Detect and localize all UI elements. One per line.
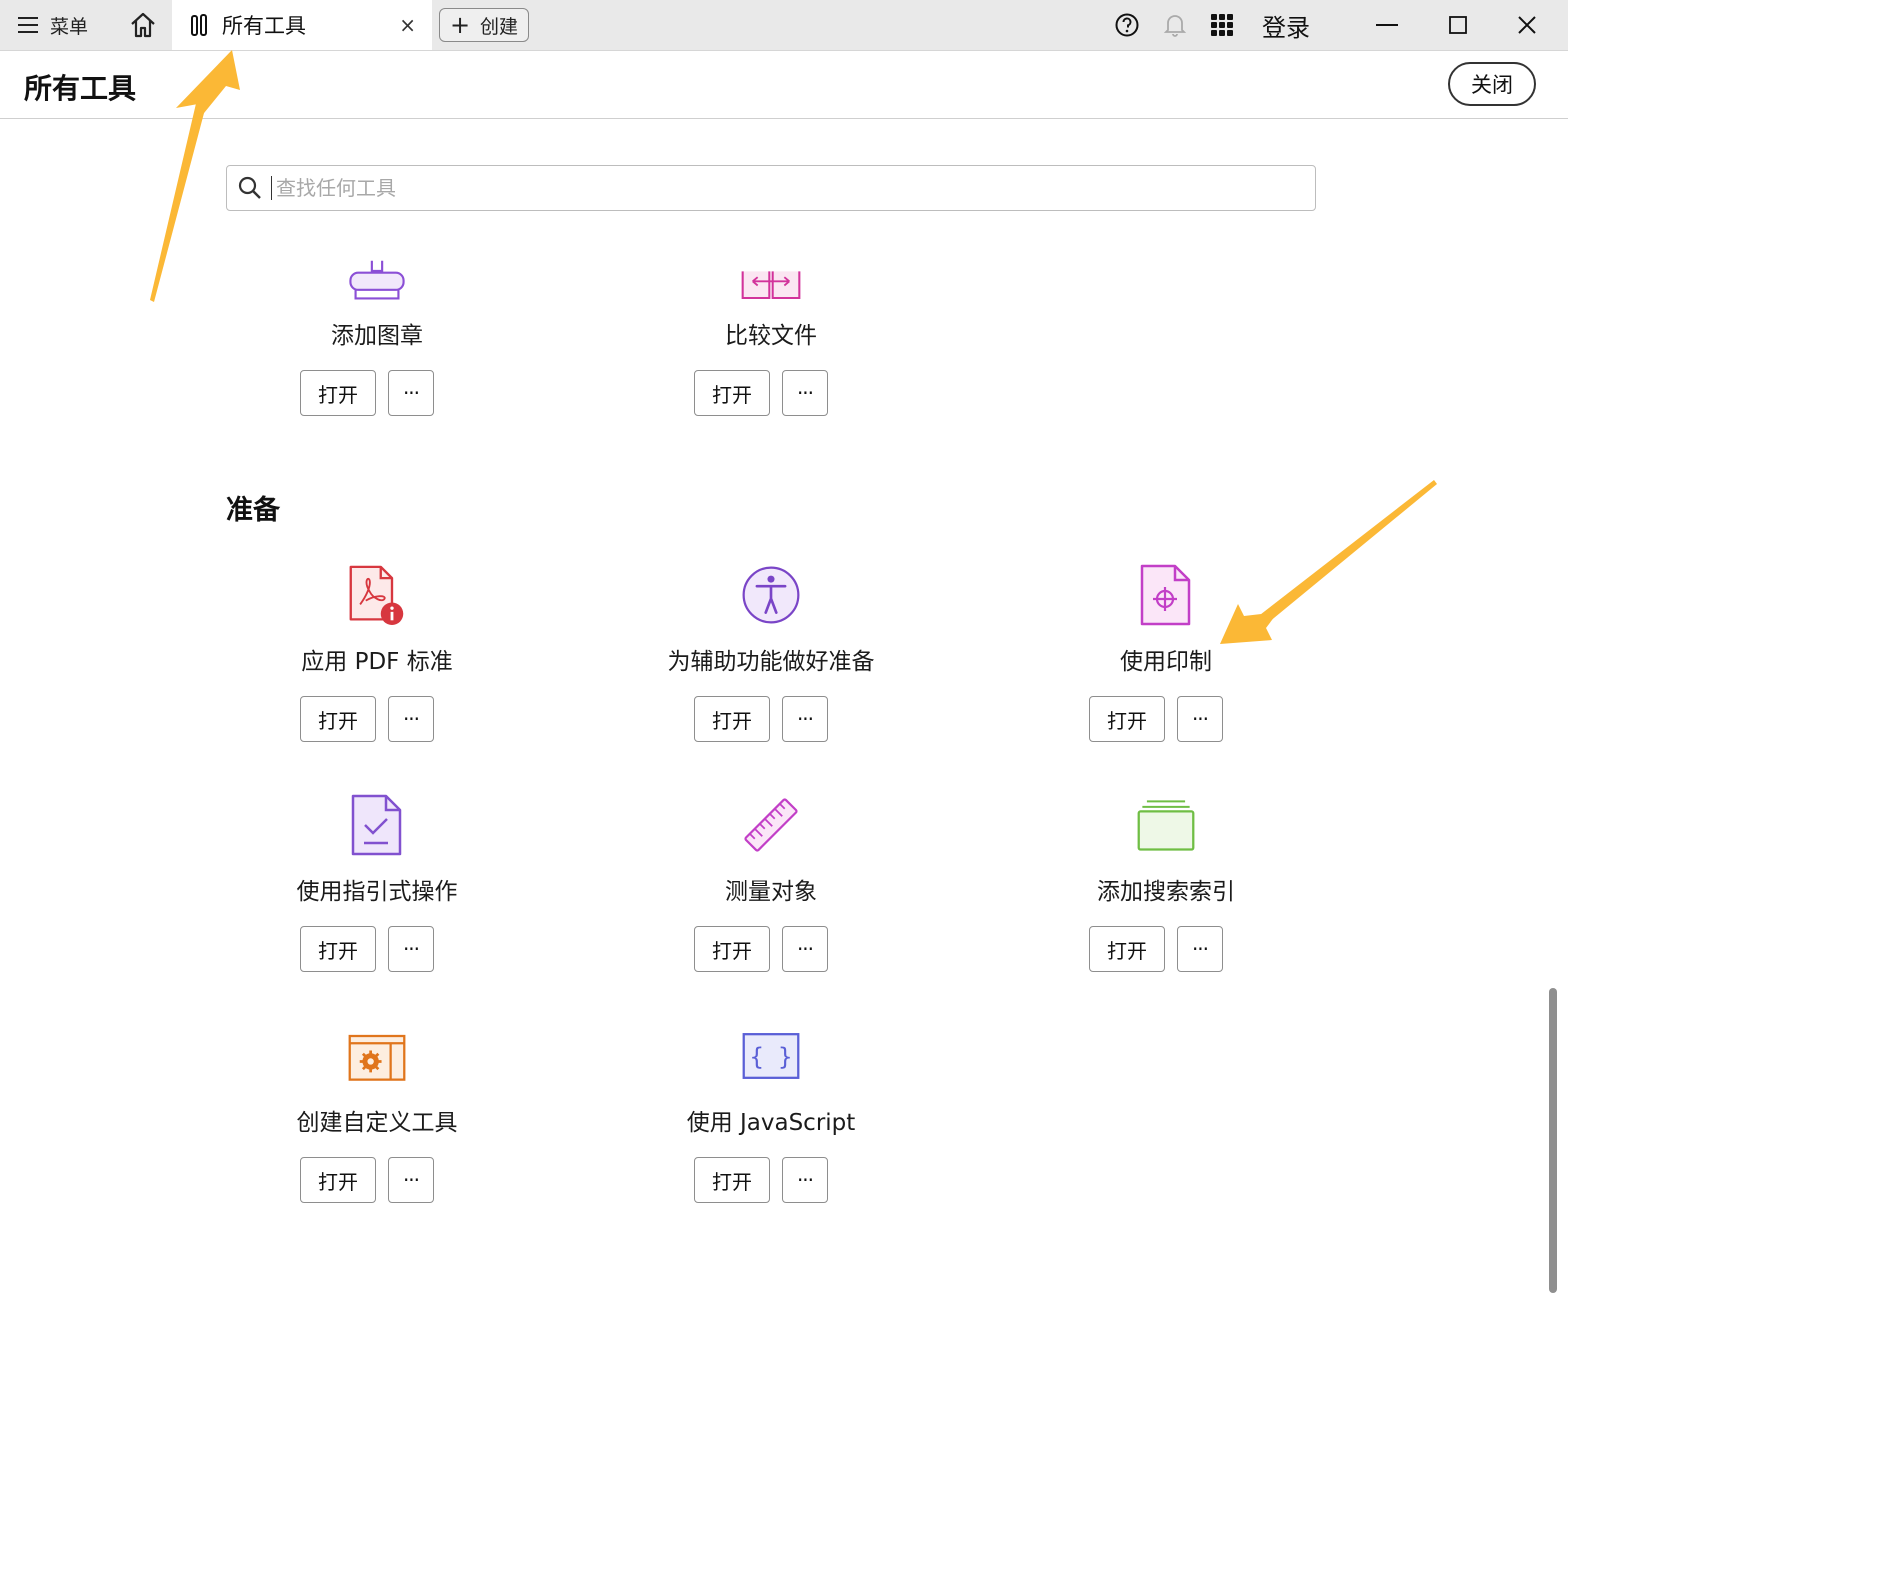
- open-button[interactable]: 打开: [300, 1157, 376, 1203]
- open-button[interactable]: 打开: [1089, 926, 1165, 972]
- page-title: 所有工具: [24, 72, 137, 105]
- tool-name: 应用 PDF 标准: [301, 649, 453, 675]
- search-icon: [237, 175, 263, 201]
- open-button[interactable]: 打开: [694, 370, 770, 416]
- tool-name: 添加搜索索引: [1097, 879, 1235, 905]
- open-button[interactable]: 打开: [1089, 696, 1165, 742]
- open-button[interactable]: 打开: [300, 696, 376, 742]
- scrollbar-thumb[interactable]: [1549, 988, 1557, 1293]
- javascript-icon: { }: [741, 1023, 801, 1089]
- search-input[interactable]: [274, 175, 1278, 201]
- tool-name: 使用 JavaScript: [686, 1110, 856, 1136]
- more-options-button[interactable]: ···: [388, 696, 434, 742]
- more-options-button[interactable]: ···: [782, 926, 828, 972]
- more-options-button[interactable]: ···: [782, 1157, 828, 1203]
- minimize-button[interactable]: [1372, 0, 1402, 50]
- tool-name: 创建自定义工具: [296, 1110, 458, 1136]
- open-button[interactable]: 打开: [694, 926, 770, 972]
- accessibility-icon: [741, 562, 801, 628]
- custom-tool-icon: [347, 1023, 407, 1089]
- open-button[interactable]: 打开: [694, 696, 770, 742]
- apps-button[interactable]: [1207, 0, 1237, 50]
- bell-icon: [1163, 15, 1187, 37]
- panel-header: 所有工具 关闭: [0, 51, 1568, 119]
- create-button[interactable]: + 创建: [439, 8, 529, 42]
- ruler-icon: [741, 792, 801, 858]
- help-button[interactable]: [1112, 0, 1142, 50]
- close-panel-button[interactable]: 关闭: [1448, 62, 1536, 106]
- create-label: 创建: [480, 15, 519, 38]
- tool-search-box[interactable]: [226, 165, 1316, 211]
- search-index-icon: [1136, 792, 1196, 858]
- tool-name: 比较文件: [725, 323, 817, 349]
- text-caret: [271, 176, 272, 200]
- tool-name: 使用指引式操作: [296, 879, 458, 905]
- tool-name: 使用印制: [1120, 649, 1212, 675]
- maximize-button[interactable]: [1443, 0, 1473, 50]
- section-title-prepare: 准备: [226, 495, 280, 526]
- more-options-button[interactable]: ···: [1177, 926, 1223, 972]
- open-button[interactable]: 打开: [300, 370, 376, 416]
- tab-label: 所有工具: [222, 14, 306, 38]
- grid-icon: [1211, 14, 1233, 36]
- home-icon: [131, 12, 155, 38]
- arrow-icon: [1220, 480, 1437, 644]
- title-bar: 菜单 所有工具 × + 创建 登录: [0, 0, 1568, 51]
- tab-all-tools[interactable]: 所有工具 ×: [172, 0, 432, 50]
- menu-label: 菜单: [50, 15, 89, 38]
- more-options-button[interactable]: ···: [388, 926, 434, 972]
- minimize-icon: [1376, 24, 1398, 26]
- more-options-button[interactable]: ···: [388, 370, 434, 416]
- tool-name: 添加图章: [331, 323, 423, 349]
- more-options-button[interactable]: ···: [1177, 696, 1223, 742]
- close-icon: [1518, 16, 1536, 34]
- svg-text:{ }: { }: [750, 1043, 793, 1071]
- tools-icon: [191, 14, 207, 36]
- window-close-button[interactable]: [1512, 0, 1542, 50]
- tool-name: 测量对象: [725, 879, 817, 905]
- open-button[interactable]: 打开: [300, 926, 376, 972]
- more-options-button[interactable]: ···: [388, 1157, 434, 1203]
- tool-name: 为辅助功能做好准备: [667, 649, 875, 675]
- vertical-scrollbar[interactable]: [1546, 258, 1560, 1298]
- login-button[interactable]: 登录: [1262, 0, 1310, 50]
- notifications-button[interactable]: [1160, 0, 1190, 50]
- home-button[interactable]: [126, 0, 160, 50]
- help-icon: [1115, 13, 1139, 37]
- hamburger-icon: [18, 17, 38, 33]
- compare-icon: [741, 250, 801, 316]
- maximize-icon: [1449, 16, 1467, 34]
- tab-close-icon[interactable]: ×: [399, 13, 416, 37]
- open-button[interactable]: 打开: [694, 1157, 770, 1203]
- guided-action-icon: [347, 792, 407, 858]
- pdf-standard-icon: [347, 562, 407, 628]
- more-options-button[interactable]: ···: [782, 696, 828, 742]
- menu-button[interactable]: 菜单: [18, 0, 88, 50]
- stamp-icon: [347, 250, 407, 316]
- print-production-icon: [1136, 562, 1196, 628]
- plus-icon: +: [449, 11, 471, 39]
- more-options-button[interactable]: ···: [782, 370, 828, 416]
